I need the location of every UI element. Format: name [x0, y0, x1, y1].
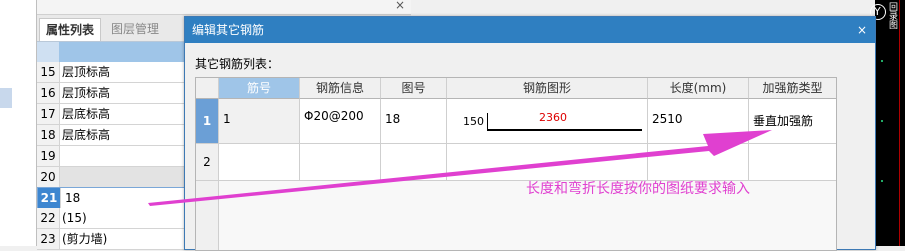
row-number: 23	[37, 229, 60, 249]
cell-length[interactable]: 2510	[648, 99, 749, 144]
row-number: 16	[37, 83, 60, 103]
cell-text: 1	[223, 112, 231, 126]
cell-rebar-info[interactable]: Φ20@200	[300, 99, 381, 144]
tab-property-list[interactable]: 属性列表	[39, 18, 102, 41]
dialog-titlebar[interactable]: 编辑其它钢筋 ×	[185, 17, 875, 43]
row-value: 层顶标高	[62, 65, 111, 79]
row-number: 17	[37, 104, 60, 124]
property-row[interactable]: 19	[37, 146, 187, 167]
row-value-input[interactable]: 18	[65, 188, 80, 208]
row-value: 层顶标高	[62, 86, 111, 100]
left-toolbar-strip	[0, 0, 36, 246]
row-number: 20	[37, 167, 60, 187]
annotation-text: 长度和弯折长度按你的图纸要求输入	[526, 181, 750, 197]
property-row[interactable]: 16 层顶标高	[37, 83, 187, 104]
property-panel-header: ×	[37, 0, 411, 15]
row-value: 层底标高	[62, 107, 111, 121]
grid-line	[899, 0, 900, 246]
cell-text: 18	[385, 112, 401, 126]
rebar-list-label: 其它钢筋列表：	[195, 57, 280, 71]
cell-length[interactable]	[648, 144, 749, 181]
cell-bar-no[interactable]: 1	[219, 99, 300, 144]
row-value: (15)	[62, 211, 87, 225]
property-row[interactable]: 23 (剪力墙)	[37, 229, 187, 250]
cell-text: 2510	[652, 112, 683, 126]
row-value: (剪力墙)	[62, 232, 108, 246]
cell-text: Φ20@200	[304, 109, 364, 123]
row-value: 层底标高	[62, 128, 111, 142]
edit-other-rebar-dialog: 编辑其它钢筋 × 其它钢筋列表： 筋号 钢筋信息 图号 钢筋图形 长度(mm) …	[184, 16, 876, 251]
column-header-type[interactable]: 加强筋类型	[749, 78, 836, 99]
grid-dot	[881, 120, 883, 122]
shape-bend-length: 150	[463, 115, 484, 128]
cell-fig-no[interactable]: 18	[381, 99, 447, 144]
column-header-fig-no[interactable]: 图号	[381, 78, 447, 99]
row-number: 21	[38, 188, 61, 208]
row-number: 19	[37, 146, 60, 166]
property-table-header	[37, 41, 187, 63]
selection-marker	[0, 88, 12, 108]
property-row-selected[interactable]: 21 18	[37, 187, 189, 209]
cell-rebar-type[interactable]	[749, 144, 836, 181]
cell-rebar-info[interactable]	[300, 144, 381, 181]
grid-dot	[881, 180, 883, 182]
tab-layer-management[interactable]: 图层管理	[105, 18, 165, 40]
cell-fig-no[interactable]	[381, 144, 447, 181]
close-icon[interactable]: ×	[395, 0, 405, 12]
column-header-bar-no[interactable]: 筋号	[219, 78, 300, 99]
row-number: 15	[37, 62, 60, 82]
column-header-length[interactable]: 长度(mm)	[648, 78, 749, 99]
row-number: 18	[37, 125, 60, 145]
cell-rebar-shape[interactable]	[447, 144, 648, 181]
dialog-title: 编辑其它钢筋	[192, 23, 265, 37]
row-number: 22	[37, 208, 60, 228]
shape-main-line	[487, 129, 642, 131]
cell-bar-no[interactable]	[219, 144, 300, 181]
vertical-label: 回录图	[887, 2, 897, 29]
row-number[interactable]: 2	[196, 144, 219, 181]
column-header-shape[interactable]: 钢筋图形	[447, 78, 648, 99]
column-header-info[interactable]: 钢筋信息	[300, 78, 381, 99]
cell-rebar-type[interactable]: 垂直加强筋	[749, 99, 836, 144]
shape-main-length: 2360	[539, 111, 567, 124]
row-number[interactable]: 1	[196, 99, 219, 144]
property-row[interactable]: 22 (15)	[37, 208, 187, 229]
property-row[interactable]: 17 层底标高	[37, 104, 187, 125]
cell-rebar-shape[interactable]: 150 2360	[447, 99, 648, 144]
cell-text: 垂直加强筋	[753, 114, 814, 128]
rebar-table: 筋号 钢筋信息 图号 钢筋图形 长度(mm) 加强筋类型 1 1 Φ20@200…	[195, 77, 837, 251]
property-row[interactable]: 15 层顶标高	[37, 62, 187, 83]
grid-dot	[881, 60, 883, 62]
shape-bend-line	[487, 113, 488, 129]
close-icon[interactable]: ×	[857, 17, 867, 43]
property-row[interactable]: 18 层底标高	[37, 125, 187, 146]
property-header-cell	[59, 42, 187, 62]
drawing-canvas[interactable]: Y 回录图	[870, 0, 905, 246]
property-row[interactable]: 20	[37, 167, 187, 188]
row-number-empty	[196, 181, 219, 250]
table-corner	[196, 78, 219, 99]
